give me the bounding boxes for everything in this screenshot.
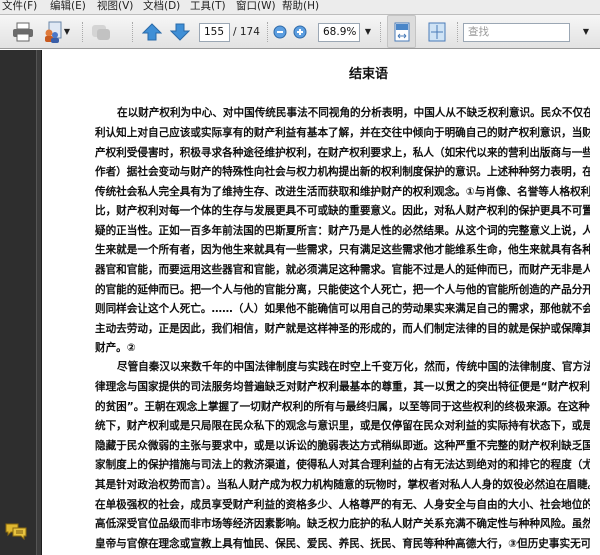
search-dropdown-icon[interactable]: ▼ [582, 15, 590, 48]
arrow-down-icon [170, 23, 190, 41]
zoom-in-button[interactable] [292, 15, 308, 48]
text-line: 疑的正当性。正如一百多年前法国的巴斯夏所言：财产乃是人性的必然结果。从这个词的完… [95, 225, 590, 237]
text-line: 隐藏于民众微弱的主张与要求中，或是以诉讼的脆弱表达方式稍纵即逝。这种严重不完整的… [95, 440, 590, 452]
menu-tools[interactable]: 工具(T) [190, 0, 226, 13]
text-line: 的官能的延伸而已。把一个人与他的官能分离，只能使这个人死亡，把一个人与他的官能所… [95, 284, 590, 296]
text-line: 高低深受官位品级而非市场等经济因素影响。缺乏权力庇护的私人财产关系充满不确定性与… [95, 518, 590, 530]
next-page-button[interactable] [168, 15, 192, 48]
text-line: 传统社会私人完全具有为了维持生存、改进生活而获取和维护财产的权利观念。①与肖像、… [95, 186, 590, 198]
menu-bar: 文件(F) 编辑(E) 视图(V) 文档(D) 工具(T) 窗口(W) 帮助(H… [0, 0, 600, 14]
disabled-tool-icon [92, 24, 110, 40]
text-line: 统下，财产权利或是只局限在民众私下的观念与意识里，或是仅停留在民众对利益的实际持… [95, 420, 590, 432]
text-line: 产权利受侵害时，积极寻求各种途径维护权利，在财产权利要求上，私人（如宋代以来的营… [95, 147, 590, 159]
fit-width-icon [394, 22, 409, 41]
chevron-down-icon: ▼ [63, 27, 71, 36]
menu-view[interactable]: 视图(V) [97, 0, 133, 13]
print-button[interactable] [10, 15, 36, 48]
page-title: 结束语 [348, 67, 388, 82]
text-line: 生来就是一个所有者，因为他生来就具有一些需求，只有满足这些需求他才能维系生命，他… [95, 244, 590, 256]
zoom-in-icon [293, 25, 307, 38]
document-page: 结束语 在以财产权利为中心、对中国传统民事法不同视角的分析表明，中国人从不缺乏权… [42, 50, 600, 555]
text-line: 财产。② [95, 342, 136, 354]
text-line: 利认知上对自己应该或实际享有的财产利益有基本了解，并在交往中倾向于明确自己的财产… [95, 127, 590, 139]
text-line: 器官和官能，而要运用这些器官和官能，就必须满足这种需求。官能不过是人的延伸而已，… [95, 264, 590, 276]
fit-page-button[interactable] [424, 15, 450, 48]
text-line: 家制度上的保护措施与司法上的救济渠道，使得私人对其合理利益的占有无法达到绝对的和… [95, 459, 590, 471]
text-line: 在以财产权利为中心、对中国传统民事法不同视角的分析表明，中国人从不缺乏权利意识。… [117, 107, 590, 119]
comments-icon[interactable] [4, 522, 28, 540]
page-total: / 174 [233, 25, 260, 38]
menu-file[interactable]: 文件(F) [2, 0, 37, 13]
text-line: 的贫困”。王朝在观念上掌握了一切财产权利的所有与最终归属，以至等同于这些权利的终… [95, 401, 590, 413]
text-line: 则同样会让这个人死亡。……（人）如果他不能确信可以用自己的劳动果实来满足自己的需… [95, 303, 590, 315]
search-input[interactable]: 查找 [463, 23, 570, 42]
zoom-level-input[interactable]: 68.9% [318, 23, 360, 42]
fit-width-button[interactable] [387, 15, 416, 48]
printer-icon [13, 22, 33, 41]
text-line: 其是针对政治权势而言）。当私人财产成为权力机构随意的玩物时，掌权者对私人人身的奴… [95, 479, 590, 491]
comment-button[interactable] [88, 15, 114, 48]
page-number-input[interactable]: 155 [199, 23, 230, 42]
text-line: 作者）据社会变动与财产的特殊性向社会与权力机构提出新的权利制度保护的意识。上述种… [95, 166, 590, 178]
previous-page-button[interactable] [140, 15, 164, 48]
arrow-up-icon [142, 22, 162, 40]
menu-edit[interactable]: 编辑(E) [50, 0, 86, 13]
share-button[interactable]: ▼ [38, 15, 74, 48]
text-line: 主动去劳动，正是因此，我们相信，财产就是这样神圣的形成的，而人们制定法律的目的就… [95, 323, 590, 335]
toolbar: ▼ 155 / 174 68.9% ▼ 查找 ▼ [0, 14, 600, 49]
text-line: 在单极强权的社会，成员享受财产利益的资格多少、人格尊严的有无、人身安全与自由的大… [95, 499, 590, 511]
text-line: 比，财产权利对每一个体的生存与发展更具不可或缺的重要意义。因此，对私人财产权利的… [95, 205, 590, 217]
menu-window[interactable]: 窗口(W) [236, 0, 276, 13]
text-line: 尽管自秦汉以来数千年的中国法律制度与实践在时空上千变万化，然而，传统中国的法律制… [117, 361, 590, 373]
zoom-out-icon [273, 25, 287, 38]
zoom-out-button[interactable] [272, 15, 288, 48]
document-users-icon [44, 21, 62, 43]
fit-page-icon [428, 22, 446, 41]
text-line: 皇帝与官僚在理念或宣教上具有恤民、保民、爱民、养民、抚民、育民等种种高德大行，③… [95, 538, 590, 550]
navigation-pane [0, 50, 36, 555]
text-line: 律理念与国家提供的司法服务均普遍缺乏对财产权利最基本的尊重，其一以贯之的突出特征… [95, 381, 590, 393]
menu-document[interactable]: 文档(D) [143, 0, 180, 13]
menu-help[interactable]: 帮助(H) [282, 0, 319, 13]
zoom-dropdown-icon[interactable]: ▼ [364, 15, 372, 48]
